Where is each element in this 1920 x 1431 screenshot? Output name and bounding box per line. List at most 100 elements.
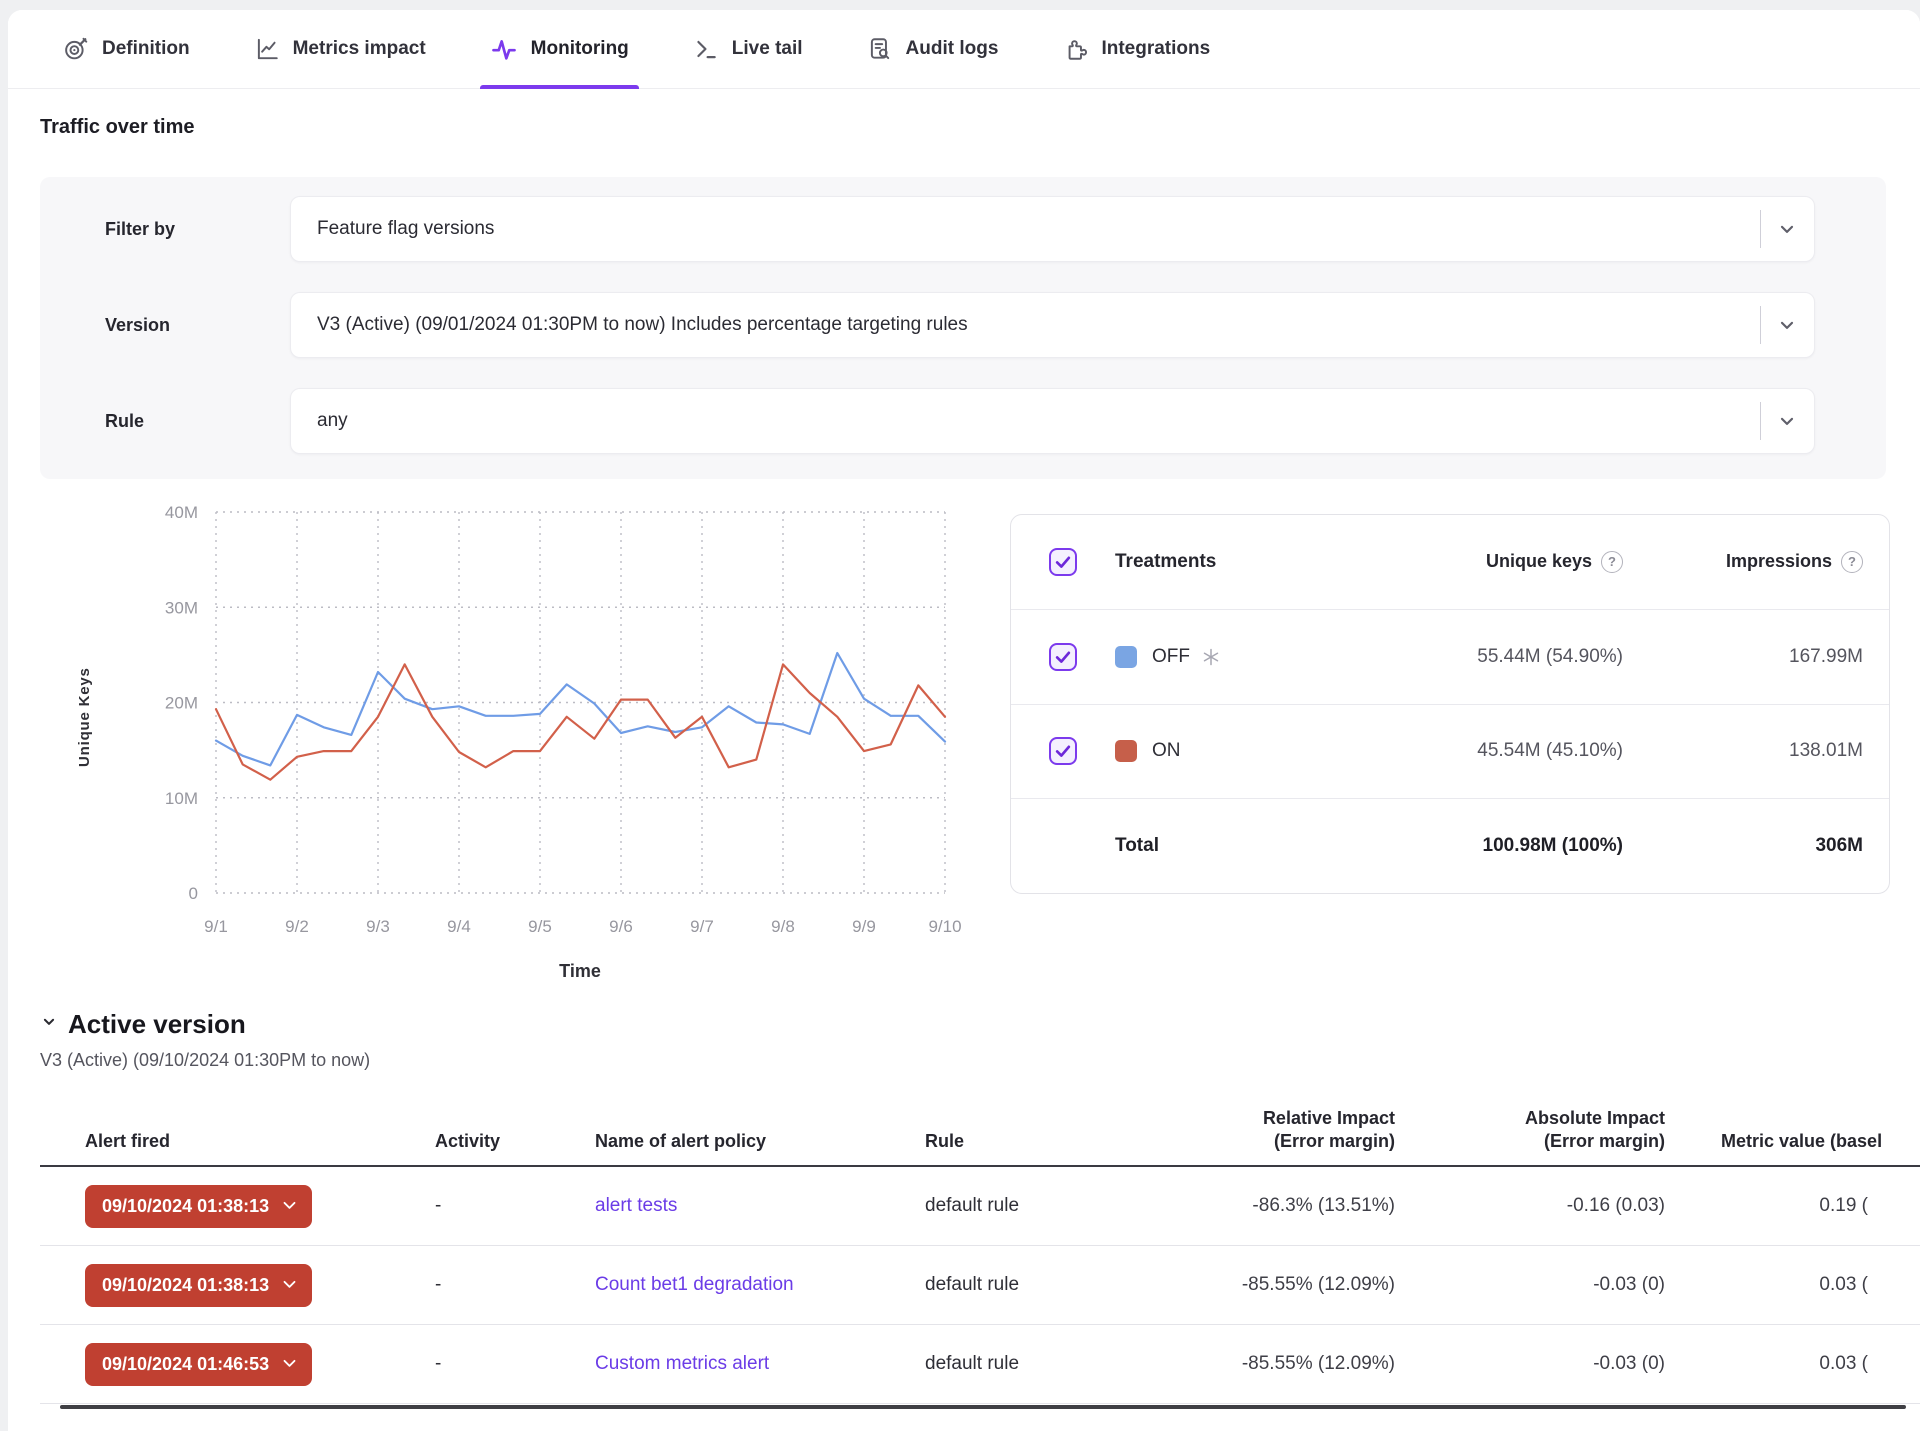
filter-by-value: Feature flag versions xyxy=(317,218,494,240)
metric-value-cell: 0.19 ( xyxy=(1665,1195,1920,1217)
col-alert-fired: Alert fired xyxy=(85,1130,435,1153)
chevron-down-icon xyxy=(282,1201,297,1211)
chevron-down-icon xyxy=(40,1013,58,1036)
chevron-down-icon xyxy=(282,1359,297,1369)
filter-row-filter-by: Filter by Feature flag versions xyxy=(40,197,1886,261)
alerts-table: Alert fired Activity Name of alert polic… xyxy=(40,1095,1920,1409)
alerts-table-header: Alert fired Activity Name of alert polic… xyxy=(40,1095,1920,1167)
activity-cell: - xyxy=(435,1195,595,1217)
active-version-toggle[interactable]: Active version xyxy=(40,1009,1920,1040)
col-policy: Name of alert policy xyxy=(595,1130,925,1153)
rule-dropdown[interactable]: any xyxy=(290,388,1815,454)
active-version-subtitle: V3 (Active) (09/10/2024 01:30PM to now) xyxy=(40,1050,1920,1071)
default-treatment-asterisk-icon xyxy=(1201,647,1221,667)
help-icon[interactable]: ? xyxy=(1841,551,1863,573)
rule-value: any xyxy=(317,410,348,432)
svg-text:0: 0 xyxy=(189,884,198,903)
svg-text:9/10: 9/10 xyxy=(928,917,961,936)
version-label: Version xyxy=(40,315,290,336)
select-all-checkbox[interactable] xyxy=(1049,548,1077,576)
svg-text:9/6: 9/6 xyxy=(609,917,633,936)
tab-integrations[interactable]: Integrations xyxy=(1062,10,1210,88)
on-unique-keys: 45.54M (45.10%) xyxy=(1293,740,1623,762)
svg-text:20M: 20M xyxy=(165,694,198,713)
svg-text:9/8: 9/8 xyxy=(771,917,795,936)
off-color-swatch xyxy=(1115,646,1137,668)
document-search-icon xyxy=(867,36,893,62)
svg-text:9/9: 9/9 xyxy=(852,917,876,936)
tab-label: Metrics impact xyxy=(293,38,426,60)
absolute-impact-cell: -0.16 (0.03) xyxy=(1395,1195,1665,1217)
traffic-chart: 9/19/29/39/49/59/69/79/89/99/10010M20M30… xyxy=(40,499,1000,999)
rule-cell: default rule xyxy=(925,1353,1125,1375)
alert-policy-link[interactable]: Custom metrics alert xyxy=(595,1353,769,1374)
filter-row-version: Version V3 (Active) (09/01/2024 01:30PM … xyxy=(40,293,1886,357)
on-color-swatch xyxy=(1115,740,1137,762)
col-metric-value: Metric value (basel xyxy=(1665,1130,1920,1153)
treatments-panel: Treatments Unique keys ? Impressions ? xyxy=(1010,514,1890,894)
monitoring-pulse-icon xyxy=(490,35,518,63)
tab-label: Monitoring xyxy=(531,38,629,60)
alert-row: 09/10/2024 01:38:13 - Count bet1 degrada… xyxy=(40,1246,1920,1325)
filter-row-rule: Rule any xyxy=(40,389,1886,453)
unique-keys-header: Unique keys xyxy=(1486,551,1592,572)
on-impressions: 138.01M xyxy=(1623,740,1863,762)
svg-text:40M: 40M xyxy=(165,503,198,522)
metric-value-cell: 0.03 ( xyxy=(1665,1274,1920,1296)
alert-policy-link[interactable]: alert tests xyxy=(595,1195,677,1216)
version-value: V3 (Active) (09/01/2024 01:30PM to now) … xyxy=(317,314,968,336)
definition-target-icon xyxy=(63,36,89,62)
col-activity: Activity xyxy=(435,1130,595,1153)
tab-metrics-impact[interactable]: Metrics impact xyxy=(254,10,426,88)
svg-text:9/2: 9/2 xyxy=(285,917,309,936)
tab-label: Definition xyxy=(102,38,190,60)
treatment-name: OFF xyxy=(1152,646,1190,668)
tab-audit-logs[interactable]: Audit logs xyxy=(867,10,999,88)
alert-fired-badge[interactable]: 09/10/2024 01:38:13 xyxy=(85,1185,312,1228)
tab-definition[interactable]: Definition xyxy=(63,10,190,88)
chevron-down-icon[interactable] xyxy=(1760,197,1814,261)
total-impressions: 306M xyxy=(1623,835,1863,857)
terminal-icon xyxy=(693,36,719,62)
treatments-header: Treatments xyxy=(1115,551,1293,573)
impressions-header: Impressions xyxy=(1726,551,1832,572)
filter-by-dropdown[interactable]: Feature flag versions xyxy=(290,196,1815,262)
off-checkbox[interactable] xyxy=(1049,643,1077,671)
tab-bar: Definition Metrics impact Monitoring xyxy=(8,10,1920,89)
horizontal-scrollbar[interactable] xyxy=(60,1405,1906,1409)
metrics-chart-icon xyxy=(254,36,280,62)
svg-text:10M: 10M xyxy=(165,789,198,808)
relative-impact-cell: -85.55% (12.09%) xyxy=(1125,1274,1395,1296)
alert-fired-badge[interactable]: 09/10/2024 01:38:13 xyxy=(85,1264,312,1307)
alert-row: 09/10/2024 01:46:53 - Custom metrics ale… xyxy=(40,1325,1920,1404)
alert-policy-link[interactable]: Count bet1 degradation xyxy=(595,1274,794,1295)
puzzle-icon xyxy=(1062,36,1088,62)
rule-cell: default rule xyxy=(925,1195,1125,1217)
tab-label: Live tail xyxy=(732,38,803,60)
treatment-row-on: ON 45.54M (45.10%) 138.01M xyxy=(1011,705,1889,800)
treatment-row-off: OFF 55.44M (54.90%) 167.99M xyxy=(1011,610,1889,705)
col-relative-impact: Relative Impact (Error margin) xyxy=(1125,1107,1395,1153)
y-axis-title: Unique Keys xyxy=(76,667,93,767)
treatments-total-row: Total 100.98M (100%) 306M xyxy=(1011,799,1889,893)
chevron-down-icon xyxy=(282,1280,297,1290)
treatment-name: ON xyxy=(1152,740,1181,762)
page-title: Traffic over time xyxy=(40,116,1920,139)
chevron-down-icon[interactable] xyxy=(1760,389,1814,453)
main-card: Definition Metrics impact Monitoring xyxy=(8,10,1920,1431)
on-checkbox[interactable] xyxy=(1049,737,1077,765)
tab-live-tail[interactable]: Live tail xyxy=(693,10,803,88)
tab-monitoring[interactable]: Monitoring xyxy=(490,10,629,88)
version-dropdown[interactable]: V3 (Active) (09/01/2024 01:30PM to now) … xyxy=(290,292,1815,358)
off-impressions: 167.99M xyxy=(1623,646,1863,668)
chevron-down-icon[interactable] xyxy=(1760,293,1814,357)
off-unique-keys: 55.44M (54.90%) xyxy=(1293,646,1623,668)
alert-fired-badge[interactable]: 09/10/2024 01:46:53 xyxy=(85,1343,312,1386)
svg-text:9/7: 9/7 xyxy=(690,917,714,936)
metric-value-cell: 0.03 ( xyxy=(1665,1353,1920,1375)
chart-series-lines xyxy=(216,653,945,780)
treatments-header-row: Treatments Unique keys ? Impressions ? xyxy=(1011,515,1889,610)
absolute-impact-cell: -0.03 (0) xyxy=(1395,1353,1665,1375)
help-icon[interactable]: ? xyxy=(1601,551,1623,573)
total-label: Total xyxy=(1115,835,1293,857)
